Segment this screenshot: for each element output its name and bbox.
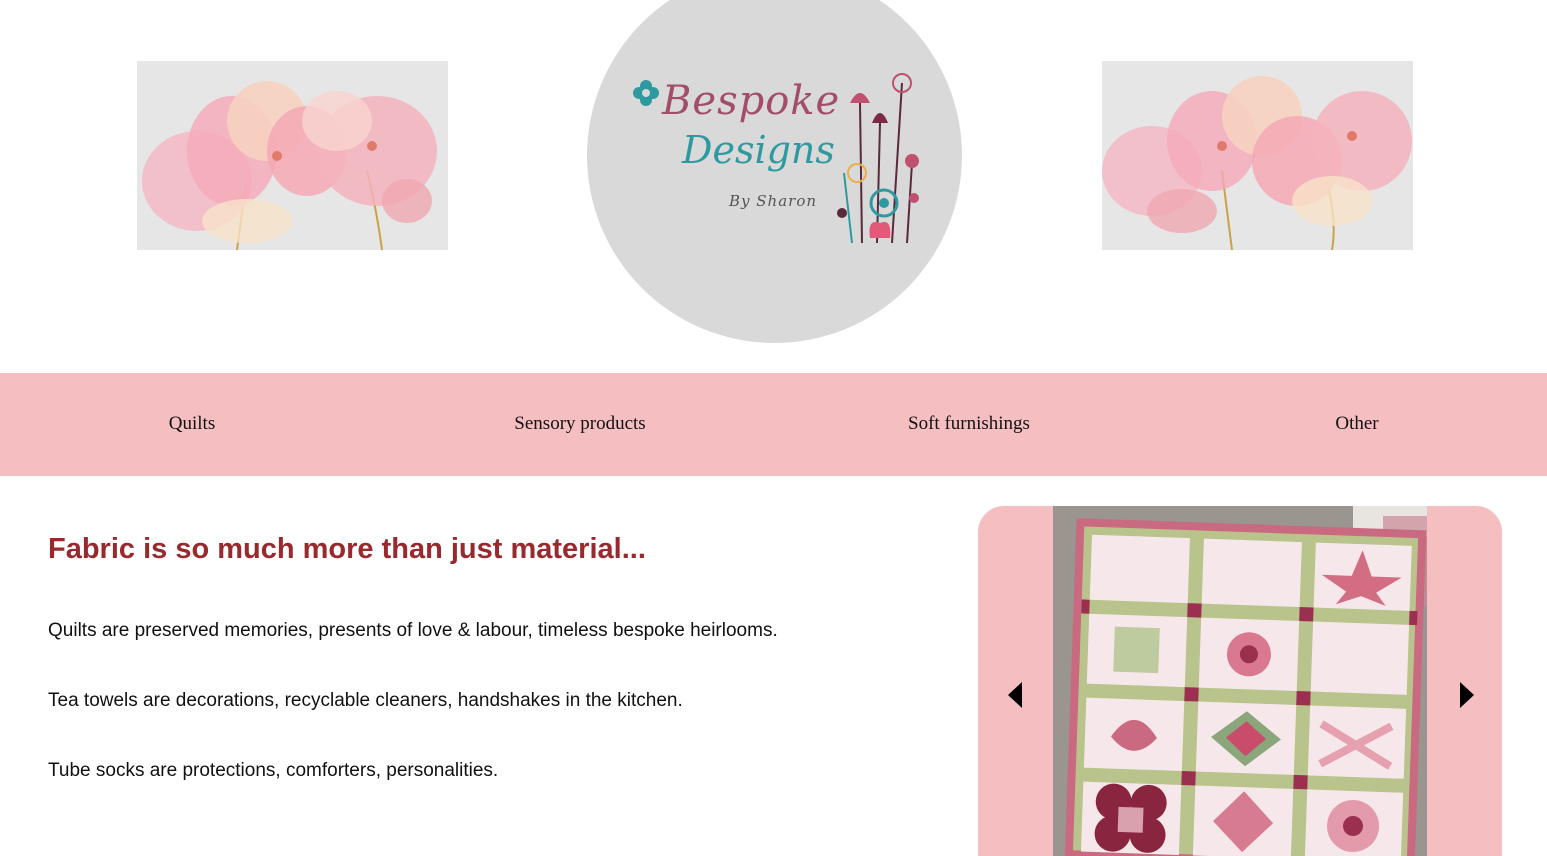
watercolor-flowers-illustration: [137, 61, 448, 250]
intro-paragraph-tea-towels: Tea towels are decorations, recyclable c…: [48, 690, 683, 711]
logo-title: Bespoke: [662, 78, 841, 124]
chevron-left-icon[interactable]: [1006, 682, 1026, 708]
intro-paragraph-tube-socks: Tube socks are protections, comforters, …: [48, 760, 499, 781]
nav-item-soft-furnishings[interactable]: Soft furnishings: [908, 413, 1030, 435]
brand-logo[interactable]: Bespoke Designs By Sharon: [587, 0, 962, 343]
carousel-slide-quilt-photo: [1053, 506, 1427, 856]
nav-item-sensory-products[interactable]: Sensory products: [514, 413, 645, 435]
chevron-right-icon[interactable]: [1456, 682, 1476, 708]
logo-byline: By Sharon: [729, 192, 818, 210]
logo-subtitle: Designs: [682, 128, 835, 172]
small-flower-icon: [633, 80, 659, 106]
flower-bouquet-icon: [837, 73, 919, 244]
quilt-photo: [1053, 506, 1427, 856]
image-carousel: [978, 506, 1502, 856]
nav-item-quilts[interactable]: Quilts: [169, 413, 215, 435]
page-headline: Fabric is so much more than just materia…: [48, 533, 646, 565]
nav-item-other[interactable]: Other: [1335, 413, 1378, 435]
flower-image-left: [137, 61, 448, 250]
intro-paragraph-quilts: Quilts are preserved memories, presents …: [48, 620, 778, 641]
main-navigation: Quilts Sensory products Soft furnishings…: [0, 373, 1547, 476]
flower-image-right: [1102, 61, 1413, 250]
watercolor-flowers-illustration: [1102, 61, 1413, 250]
